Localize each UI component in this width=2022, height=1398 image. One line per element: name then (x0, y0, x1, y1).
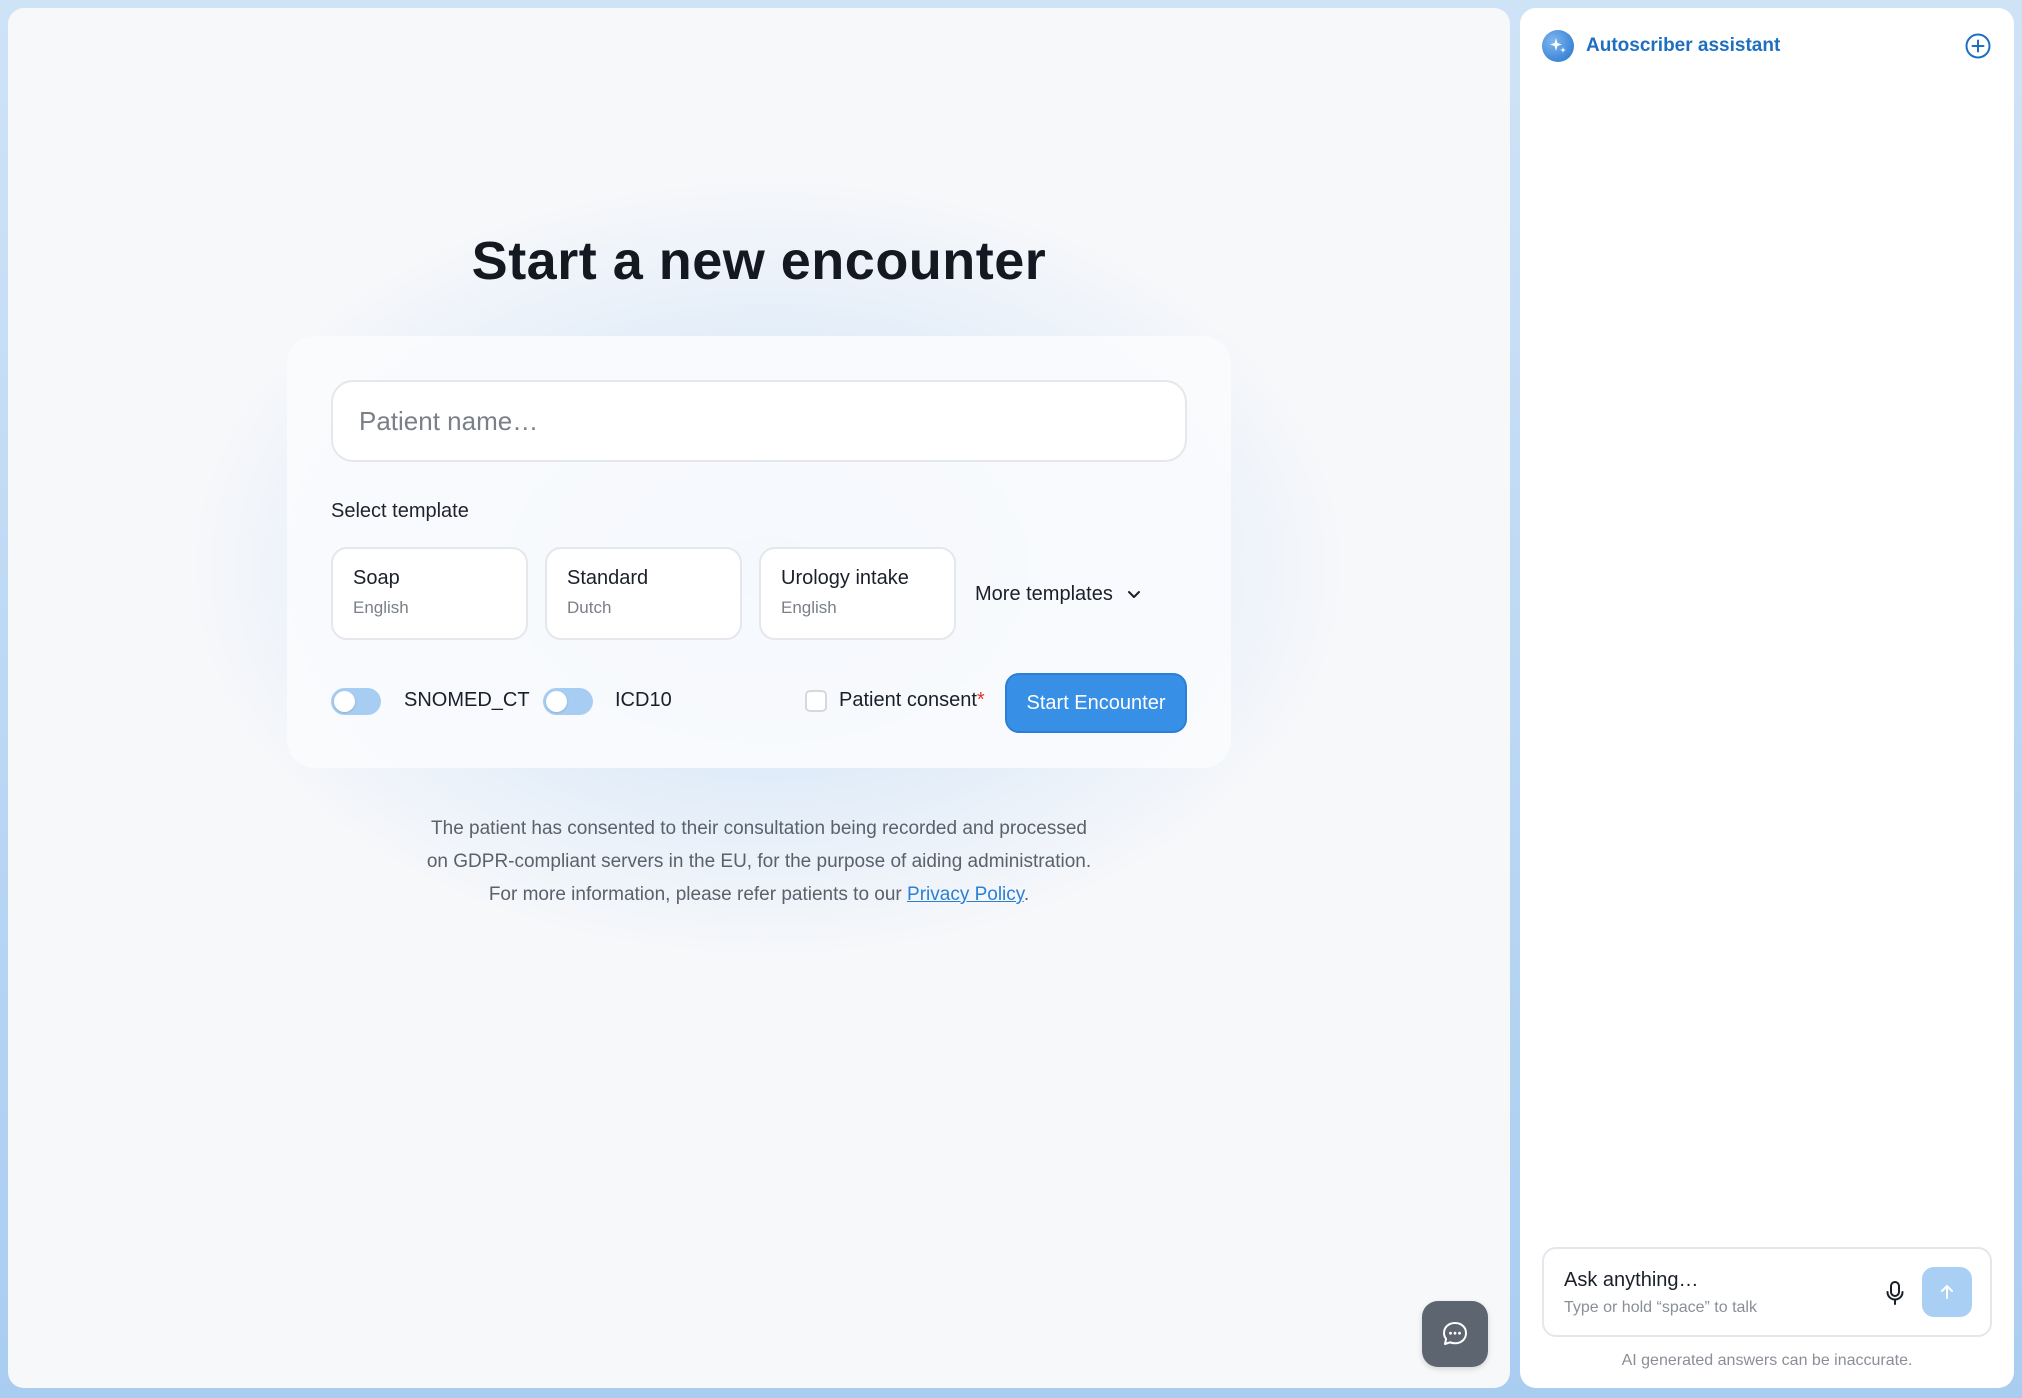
more-templates-dropdown[interactable]: More templates (975, 572, 1143, 616)
template-card-urology-intake[interactable]: Urology intake English (759, 547, 956, 640)
assistant-header: Autoscriber assistant (1542, 30, 1780, 62)
patient-consent-checkbox[interactable] (805, 690, 827, 712)
send-button[interactable] (1922, 1267, 1972, 1317)
patient-consent-label: Patient consent* (839, 689, 985, 712)
disclaimer-line-2: on GDPR-compliant servers in the EU, for… (426, 851, 1092, 872)
ask-box: Type or hold “space” to talk (1542, 1247, 1992, 1337)
template-language: English (781, 598, 837, 617)
template-language: Dutch (567, 598, 612, 617)
chevron-down-icon (1127, 591, 1140, 598)
page-title: Start a new encounter (471, 231, 1047, 291)
template-name: Urology intake (781, 567, 909, 589)
disclaimer-line-3: For more information, please refer patie… (8, 878, 1510, 911)
ai-disclaimer-note: AI generated answers can be inaccurate. (1621, 1352, 1913, 1369)
select-template-label: Select template (331, 500, 469, 522)
template-name: Standard (567, 567, 649, 589)
template-card-standard[interactable]: Standard Dutch (545, 547, 742, 640)
icd10-toggle[interactable] (543, 688, 593, 715)
toggle-knob (546, 691, 567, 712)
template-name: Soap (353, 567, 400, 589)
main-panel: Start a new encounter Select template So… (8, 8, 1510, 1388)
snomed-ct-toggle[interactable] (331, 688, 381, 715)
arrow-up-icon (1941, 1285, 1953, 1299)
sparkle-icon (1542, 30, 1574, 62)
privacy-policy-link[interactable]: Privacy Policy (907, 884, 1024, 905)
plus-circle-icon (1965, 33, 1991, 59)
ask-hint: Type or hold “space” to talk (1564, 1299, 1757, 1316)
microphone-icon (1886, 1281, 1904, 1305)
chat-bubble-icon (1443, 1322, 1467, 1345)
disclaimer-period: . (1023, 884, 1030, 905)
encounter-card: Select template Soap English Standard Du… (287, 336, 1231, 768)
microphone-button[interactable] (1882, 1279, 1908, 1307)
assistant-title: Autoscriber assistant (1586, 35, 1781, 56)
consent-disclaimer: The patient has consented to their consu… (8, 812, 1510, 911)
assistant-panel: Autoscriber assistant Type or hold “spac… (1520, 8, 2014, 1388)
icd10-label: ICD10 (615, 689, 672, 711)
disclaimer-line-3-text: For more information, please refer patie… (488, 884, 902, 905)
chat-fab-button[interactable] (1422, 1301, 1488, 1367)
more-templates-label: More templates (975, 582, 1113, 605)
snomed-ct-label: SNOMED_CT (404, 689, 530, 711)
disclaimer-line-1: The patient has consented to their consu… (431, 818, 1087, 839)
new-chat-button[interactable] (1964, 32, 1992, 60)
consent-text: Patient consent (839, 689, 977, 711)
patient-name-input[interactable] (331, 380, 1187, 462)
template-language: English (353, 598, 409, 617)
template-card-soap[interactable]: Soap English (331, 547, 528, 640)
start-encounter-button[interactable]: Start Encounter (1005, 673, 1187, 733)
toggle-knob (334, 691, 355, 712)
required-mark: * (976, 689, 985, 711)
ask-input[interactable] (1564, 1265, 1864, 1295)
